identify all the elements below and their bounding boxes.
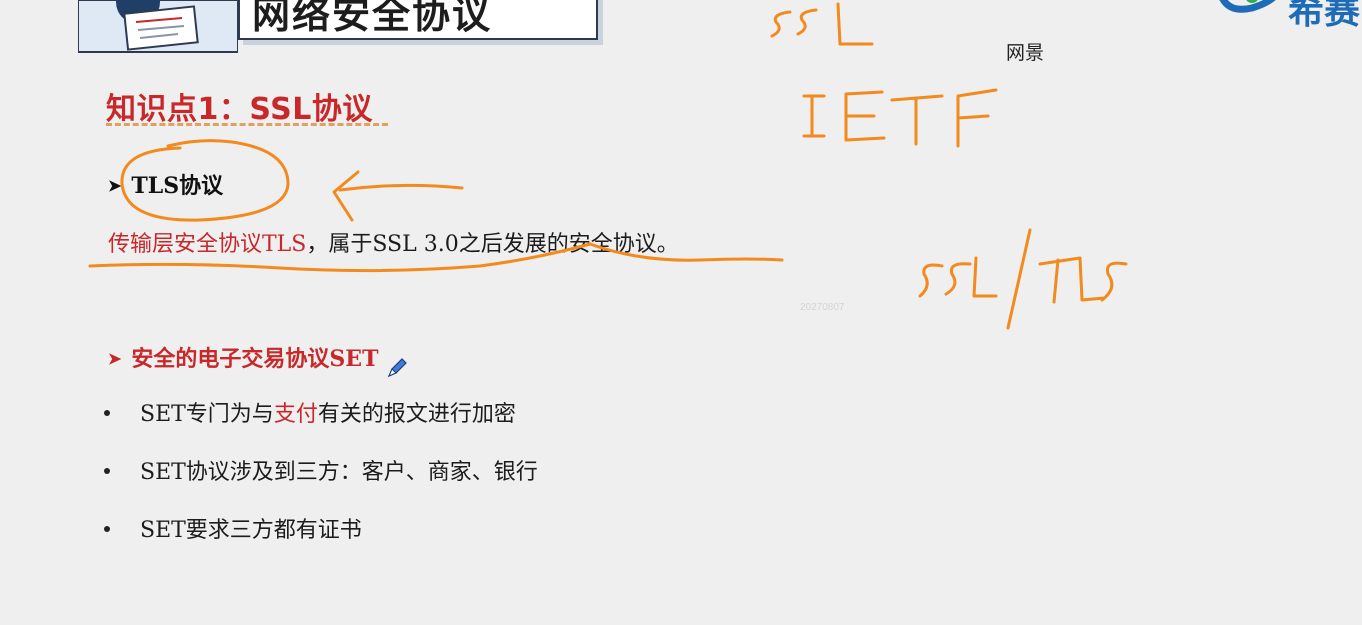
bullet-dot-icon	[104, 468, 110, 474]
handwriting-ssl	[770, 2, 874, 46]
bullet-text: SET要求三方都有证书	[140, 518, 362, 543]
set-heading-text: 安全的电子交易协议SET	[131, 346, 379, 372]
list-item: SET专门为与支付有关的报文进行加密	[104, 396, 538, 454]
tls-definition: 传输层安全协议TLS，属于SSL 3.0之后发展的安全协议。	[108, 226, 679, 258]
bullet-text: SET专门为与	[140, 402, 274, 427]
annotation-arrow-head	[332, 170, 360, 222]
bullet-highlight: 支付	[273, 402, 318, 427]
handwriting-ssl-tls	[918, 228, 1128, 330]
bullet-text: SET协议涉及到三方：客户、商家、银行	[140, 460, 538, 485]
arrow-bullet-icon: ➤	[108, 176, 122, 195]
tls-definition-term: 传输层安全协议TLS	[108, 232, 307, 257]
logo-swoosh-icon	[1219, 0, 1276, 13]
list-item: SET协议涉及到三方：客户、商家、银行	[104, 454, 538, 512]
reading-person-icon	[78, 0, 238, 53]
annotation-arrow	[338, 183, 464, 192]
set-bullet-list: SET专门为与支付有关的报文进行加密 SET协议涉及到三方：客户、商家、银行 S…	[104, 396, 538, 570]
set-heading: ➤ 安全的电子交易协议SET	[108, 341, 378, 373]
bullet-text-after: 有关的报文进行加密	[317, 402, 516, 427]
section-heading: 知识点1：SSL协议	[106, 92, 373, 127]
handwriting-ietf	[802, 88, 998, 148]
logo-text: 希赛	[1288, 0, 1361, 32]
pen-cursor-icon	[387, 358, 407, 378]
section-underline	[106, 123, 388, 126]
side-note: 网景	[1006, 42, 1045, 64]
tls-definition-rest: ，属于SSL 3.0之后发展的安全协议。	[306, 232, 679, 257]
slide: 网络安全协议 希赛 知识点1：SSL协议 ➤ TLS协议 传输层安全协议TLS，属…	[0, 0, 1362, 625]
list-item: SET要求三方都有证书	[104, 512, 538, 570]
watermark: 20270807	[800, 302, 845, 313]
bullet-dot-icon	[104, 410, 110, 416]
tls-heading: ➤ TLS协议	[108, 168, 223, 200]
page-title: 网络安全协议	[252, 0, 493, 37]
bullet-dot-icon	[104, 526, 110, 532]
arrow-bullet-icon: ➤	[108, 349, 122, 368]
tls-heading-text: TLS协议	[131, 173, 224, 199]
